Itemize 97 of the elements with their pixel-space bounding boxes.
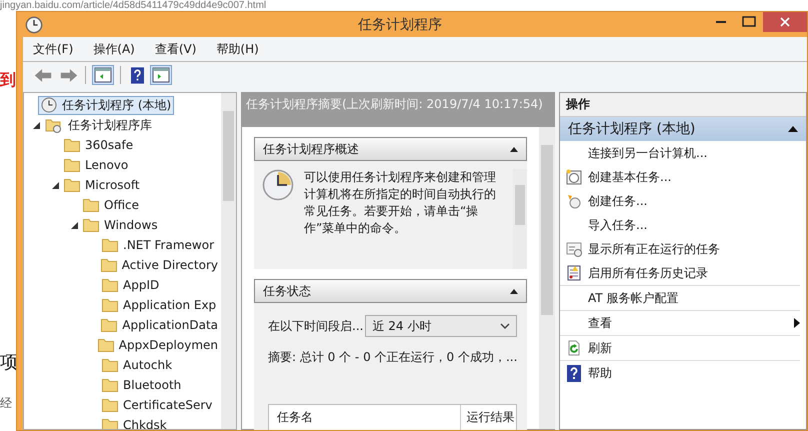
actions-header: 操作 — [560, 93, 806, 117]
menu-item[interactable]: 查看(V) — [154, 40, 196, 58]
clock-icon — [566, 193, 582, 209]
summary-text: 摘要: 总计 0 个 - 0 个正在运行，0 个成功，... — [268, 349, 518, 366]
clock-icon — [566, 169, 582, 185]
action-link[interactable]: 启用所有任务历史记录 — [588, 264, 708, 282]
action-link[interactable]: 创建任务... — [588, 192, 648, 210]
clock-icon — [262, 169, 294, 201]
forward-arrow-icon[interactable] — [59, 66, 79, 84]
list-clock-icon — [566, 241, 582, 257]
expand-triangle-icon[interactable] — [32, 122, 40, 128]
folder-icon — [102, 358, 118, 372]
close-button[interactable] — [763, 12, 807, 32]
folder-icon — [102, 238, 118, 252]
maximize-icon — [742, 16, 756, 28]
back-arrow-icon[interactable] — [33, 66, 53, 84]
tree-item[interactable]: Windows — [80, 217, 161, 233]
folder-icon — [64, 138, 80, 152]
section-header[interactable]: 任务状态 — [254, 279, 528, 303]
tree-item[interactable]: AppID — [99, 277, 162, 293]
section-title: 任务状态 — [263, 282, 311, 300]
tree-item[interactable]: 任务计划程序库 — [42, 116, 155, 134]
page-text: 项 — [0, 351, 18, 374]
chevron-down-icon — [500, 323, 510, 329]
action-link[interactable]: AT 服务帐户配置 — [588, 290, 678, 306]
action-link[interactable]: 创建基本任务... — [588, 168, 672, 186]
notebook-icon — [566, 265, 582, 281]
expand-triangle-icon[interactable] — [52, 182, 58, 188]
section-title: 任务计划程序概述 — [263, 140, 359, 158]
clock-icon — [25, 16, 43, 34]
group-title: 任务计划程序 (本地) — [568, 120, 696, 138]
tree-item[interactable]: 360safe — [61, 137, 136, 153]
folder-icon — [102, 378, 118, 392]
tree-item[interactable]: Lenovo — [61, 157, 132, 173]
overview-text: 可以使用任务计划程序来创建和管理计算机将在所指定的时间自动执行的常见任务。若要开始，请单击“操作”菜单中的命令。 — [304, 169, 496, 237]
folder-icon — [101, 318, 118, 332]
tree-item[interactable]: Microsoft — [61, 177, 143, 193]
action-link[interactable]: 查看 — [588, 314, 612, 332]
scrollbar[interactable] — [513, 169, 528, 269]
tree-item[interactable]: AppxDeploymen — [94, 337, 221, 353]
clock-icon — [41, 97, 57, 113]
address-text: jingyan.baidu.com/article/4d58d5411479c49dd4e9c007.html — [0, 0, 266, 11]
pane-icon — [94, 67, 112, 83]
minimize-icon — [716, 21, 726, 23]
collapse-triangle-icon[interactable] — [788, 126, 798, 132]
menu-item[interactable]: 操作(A) — [93, 40, 135, 58]
tree-item[interactable]: 任务计划程序 (本地) — [38, 96, 174, 114]
tree-item[interactable]: CertificateServ — [99, 397, 216, 413]
submenu-arrow-icon — [794, 318, 800, 328]
folder-icon — [102, 298, 118, 312]
folder-icon — [102, 398, 118, 412]
menu-item[interactable]: 文件(F) — [33, 40, 74, 58]
folder-icon — [64, 178, 80, 192]
expand-triangle-icon[interactable] — [70, 222, 78, 228]
section-header[interactable]: 任务计划程序概述 — [254, 137, 528, 161]
tree-item[interactable]: Chkdsk — [99, 417, 170, 429]
action-link[interactable]: 导入任务... — [588, 216, 648, 234]
action-group-header[interactable]: 任务计划程序 (本地) — [560, 117, 806, 141]
tree-item[interactable]: Bluetooth — [99, 377, 184, 393]
collapse-triangle-icon[interactable] — [510, 146, 518, 152]
folder-icon — [100, 258, 117, 272]
folder-icon — [83, 198, 99, 212]
folder-icon — [98, 338, 114, 352]
summary-header: 任务计划程序摘要(上次刷新时间: 2019/7/4 10:17:54) — [242, 93, 554, 127]
page-text: 到 — [0, 70, 16, 91]
scrollbar[interactable] — [221, 93, 236, 429]
tree-item[interactable]: Office — [80, 197, 142, 213]
period-dropdown[interactable]: 近 24 小时 — [365, 315, 518, 337]
scrollbar[interactable] — [539, 127, 556, 429]
show-actions-button[interactable] — [150, 65, 172, 85]
column-header[interactable]: 运行结果 — [460, 405, 516, 430]
tree-item[interactable]: Autochk — [99, 357, 176, 373]
folder-icon — [102, 278, 118, 292]
tree-item[interactable]: Application Exp — [99, 297, 220, 313]
pane-icon — [152, 67, 170, 83]
period-label: 在以下时间段启... — [268, 318, 364, 334]
folder-icon — [102, 418, 118, 429]
column-header[interactable]: 任务名 — [269, 405, 460, 430]
refresh-icon — [566, 340, 582, 356]
folder-icon — [64, 158, 80, 172]
page-text: 经 — [0, 395, 12, 412]
folder-clock-icon — [45, 117, 63, 133]
close-icon — [779, 16, 791, 28]
menu-item[interactable]: 帮助(H) — [216, 40, 259, 58]
help-icon — [567, 364, 581, 382]
collapse-triangle-icon[interactable] — [510, 288, 518, 294]
folder-icon — [83, 218, 99, 232]
action-link[interactable]: 连接到另一台计算机... — [588, 144, 708, 162]
action-link[interactable]: 显示所有正在运行的任务 — [588, 240, 720, 258]
window-title: 任务计划程序 — [358, 16, 442, 34]
action-link[interactable]: 帮助 — [588, 364, 612, 382]
tree-item[interactable]: ApplicationData — [98, 317, 221, 333]
tree-item[interactable]: Active Directory — [98, 257, 221, 273]
help-icon[interactable] — [131, 66, 144, 84]
show-tree-button[interactable] — [92, 65, 114, 85]
tree-item[interactable]: .NET Framewor — [99, 237, 217, 253]
action-link[interactable]: 刷新 — [588, 340, 612, 356]
